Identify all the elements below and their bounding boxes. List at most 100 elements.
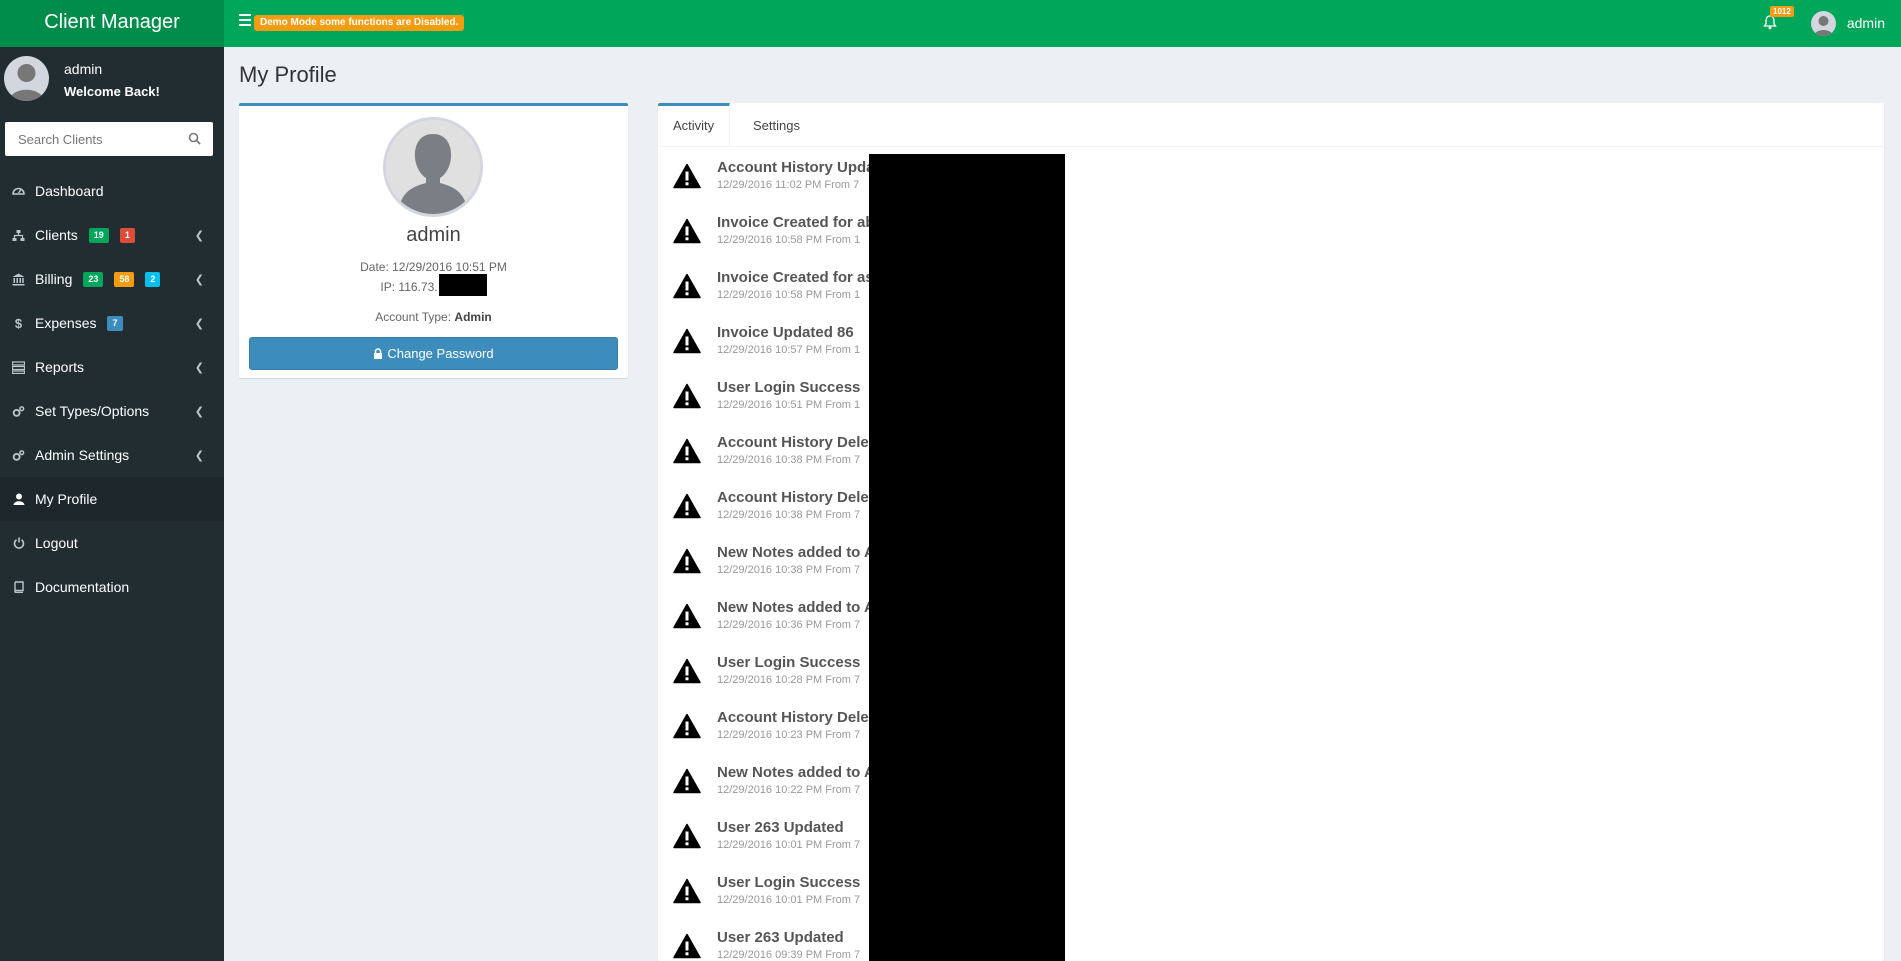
sidebar-item-label: Clients — [35, 227, 78, 243]
sidebar-menu: Dashboard Clients 19 1 ❮ Billing 23 58 2… — [0, 169, 224, 609]
sidebar-item-label: Set Types/Options — [35, 403, 150, 419]
activity-meta: 12/29/2016 10:58 PM From 1 — [717, 289, 861, 301]
list-item: User Login Success 12/29/2016 10:01 PM F… — [658, 863, 1884, 918]
sidebar-item-dashboard[interactable]: Dashboard — [0, 169, 224, 213]
avatar — [1810, 10, 1836, 36]
profile-avatar — [383, 117, 483, 217]
bank-icon — [12, 273, 25, 286]
warning-icon — [673, 548, 701, 574]
profile-card: admin Date: 12/29/2016 10:51 PM IP: 116.… — [239, 103, 628, 378]
activity-meta: 12/29/2016 10:58 PM From 1 — [717, 234, 861, 246]
list-item: New Notes added to A 12/29/2016 10:36 PM… — [658, 588, 1884, 643]
clients-count-badge: 19 — [88, 227, 109, 243]
expenses-count-badge: 7 — [107, 315, 123, 331]
cogs-icon — [12, 449, 25, 462]
sidebar-item-set-types[interactable]: Set Types/Options ❮ — [0, 389, 224, 433]
list-item: User 263 Updated 12/29/2016 10:01 PM Fro… — [658, 808, 1884, 863]
account-type-label: Account Type: — [375, 310, 452, 324]
book-icon — [12, 581, 25, 594]
profile-ip-row: IP: 116.73. — [239, 274, 628, 296]
profile-account-type: Account Type: Admin — [239, 310, 628, 324]
lock-icon — [374, 348, 383, 359]
chevron-left-icon: ❮ — [194, 230, 204, 242]
sidebar-item-clients[interactable]: Clients 19 1 ❮ — [0, 213, 224, 257]
demo-mode-badge: Demo Mode some functions are Disabled. — [254, 15, 465, 31]
warning-icon — [673, 823, 701, 849]
warning-icon — [673, 768, 701, 794]
chevron-left-icon: ❮ — [194, 406, 204, 418]
activity-meta: 12/29/2016 10:57 PM From 1 — [717, 344, 861, 356]
cogs-icon — [12, 405, 25, 418]
clients-alert-badge: 1 — [119, 227, 135, 243]
list-item: New Notes added to A 12/29/2016 10:38 PM… — [658, 533, 1884, 588]
sidebar-item-my-profile[interactable]: My Profile — [0, 477, 224, 521]
sidebar-item-logout[interactable]: Logout — [0, 521, 224, 565]
list-icon — [12, 360, 25, 374]
activity-meta: 12/29/2016 10:28 PM From 7 — [717, 674, 861, 686]
activity-meta: 12/29/2016 10:38 PM From 7 — [717, 509, 861, 521]
tab-activity[interactable]: Activity — [658, 103, 731, 147]
sidebar-item-reports[interactable]: Reports ❮ — [0, 345, 224, 389]
user-menu[interactable]: admin — [1810, 10, 1885, 36]
tab-settings[interactable]: Settings — [738, 103, 815, 147]
activity-meta: 12/29/2016 11:02 PM From 7 — [717, 179, 860, 191]
notifications-button[interactable]: 1012 — [1761, 6, 1794, 34]
list-item: Account History Delete 12/29/2016 10:38 … — [658, 423, 1884, 478]
profile-date: Date: 12/29/2016 10:51 PM — [360, 260, 507, 274]
list-item: Account History Updat 12/29/2016 11:02 P… — [658, 148, 1884, 203]
sidebar-item-expenses[interactable]: $ Expenses 7 ❮ — [0, 301, 224, 345]
activity-title: Account History Delete — [717, 709, 883, 726]
warning-icon — [673, 383, 701, 409]
activity-title: Account History Updat — [717, 159, 880, 176]
warning-icon — [673, 163, 701, 189]
sidebar-item-billing[interactable]: Billing 23 58 2 ❮ — [0, 257, 224, 301]
sidebar-item-label: Expenses — [35, 315, 97, 331]
list-item: Invoice Created for ab 12/29/2016 10:58 … — [658, 203, 1884, 258]
activity-title: New Notes added to A — [717, 599, 875, 616]
redaction-block — [869, 154, 1065, 961]
bell-icon — [1763, 15, 1777, 30]
activity-title: Account History Delete — [717, 489, 883, 506]
activity-meta: 12/29/2016 10:22 PM From 7 — [717, 784, 861, 796]
sidebar-item-documentation[interactable]: Documentation — [0, 565, 224, 609]
activity-title: User 263 Updated — [717, 929, 844, 946]
activity-title: User Login Success — [717, 874, 861, 891]
chevron-left-icon: ❮ — [194, 318, 204, 330]
list-item: Account History Delete 12/29/2016 10:38 … — [658, 478, 1884, 533]
sidebar-item-label: Billing — [35, 271, 73, 287]
change-password-label: Change Password — [387, 346, 494, 361]
app-logo[interactable]: Client Manager — [0, 0, 224, 47]
activity-meta: 12/29/2016 10:36 PM From 7 — [717, 619, 861, 631]
warning-icon — [673, 328, 701, 354]
dashboard-icon — [12, 185, 25, 198]
notification-count-badge: 1012 — [1770, 6, 1794, 17]
warning-icon — [673, 658, 701, 684]
sidebar-item-label: Reports — [35, 359, 85, 375]
sidebar-item-label: Dashboard — [35, 183, 104, 199]
chevron-left-icon: ❮ — [194, 274, 204, 286]
billing-other-badge: 2 — [145, 271, 161, 287]
list-item: Account History Delete 12/29/2016 10:23 … — [658, 698, 1884, 753]
page-title: My Profile — [239, 62, 337, 87]
search-icon[interactable] — [188, 132, 201, 145]
account-type-value: Admin — [454, 310, 492, 324]
search-input[interactable] — [5, 122, 175, 156]
sidebar-toggle-icon[interactable] — [239, 14, 251, 26]
activity-title: Invoice Created for as — [717, 269, 874, 286]
list-item: User 263 Updated 12/29/2016 09:39 PM Fro… — [658, 918, 1884, 961]
warning-icon — [673, 933, 701, 959]
list-item: User Login Success 12/29/2016 10:28 PM F… — [658, 643, 1884, 698]
profile-ip: IP: 116.73. — [380, 280, 438, 295]
warning-icon — [673, 438, 701, 464]
activity-meta: 12/29/2016 09:39 PM From 7 — [717, 949, 861, 961]
sidebar-user-name: admin — [64, 61, 103, 77]
sitemap-icon — [12, 229, 25, 242]
user-icon — [12, 493, 25, 506]
warning-icon — [673, 218, 701, 244]
sidebar-item-admin-settings[interactable]: Admin Settings ❮ — [0, 433, 224, 477]
billing-paid-badge: 23 — [83, 271, 104, 287]
profile-tabs-panel: Activity Settings Account History Updat … — [658, 103, 1884, 961]
change-password-button[interactable]: Change Password — [249, 337, 618, 370]
warning-icon — [673, 493, 701, 519]
activity-title: New Notes added to A — [717, 764, 875, 781]
